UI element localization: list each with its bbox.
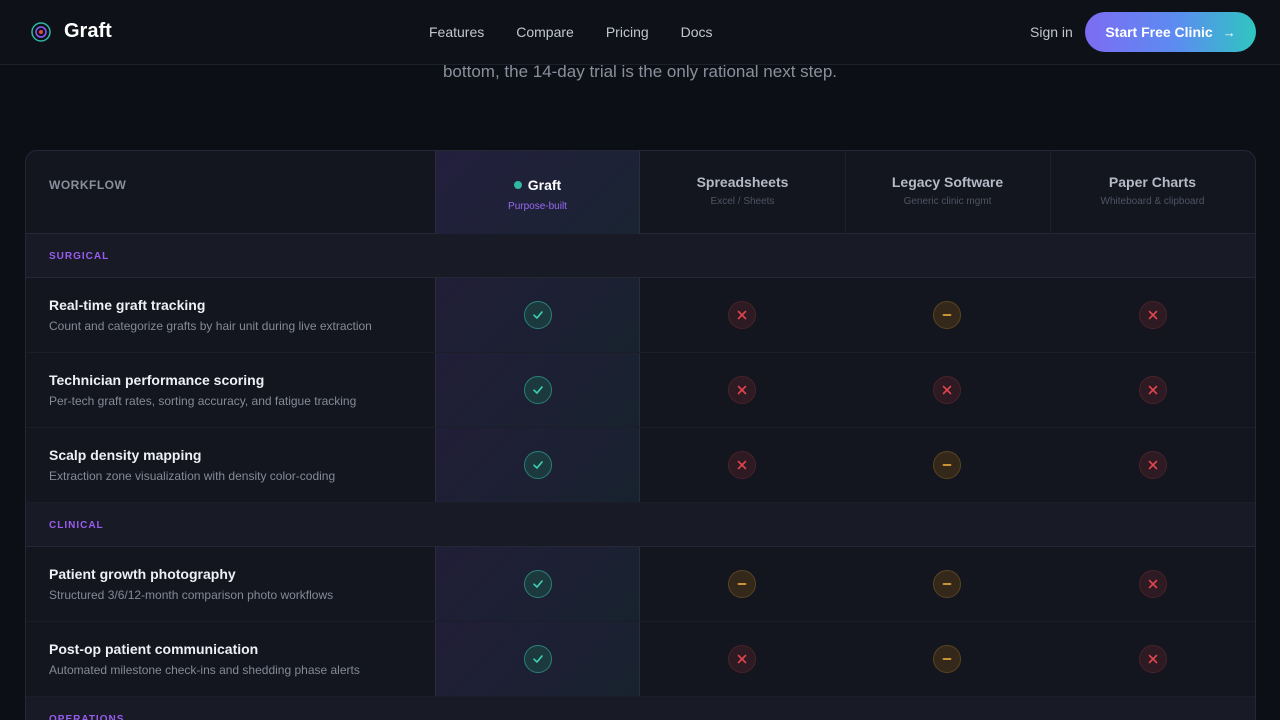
row-title: Scalp density mapping — [49, 447, 202, 463]
table-row: Scalp density mapping Extraction zone vis… — [26, 428, 1255, 503]
row-title: Post-op patient communication — [49, 641, 259, 657]
x-icon — [728, 376, 756, 404]
comparison-table: WORKFLOW Graft Purpose-built Spreadsheet… — [25, 150, 1256, 720]
section-header: OPERATIONS — [26, 697, 1255, 720]
section-label: CLINICAL — [49, 520, 104, 531]
check-icon — [524, 451, 552, 479]
check-icon — [524, 301, 552, 329]
column-spreadsheets: Spreadsheets Excel / Sheets — [640, 151, 845, 234]
x-icon — [1139, 451, 1167, 479]
row-description: Structured 3/6/12-month comparison photo… — [49, 588, 334, 602]
row-title: Real-time graft tracking — [49, 297, 206, 313]
nav-link-features[interactable]: Features — [429, 24, 484, 40]
status-dot-icon — [513, 181, 522, 189]
x-icon — [1139, 376, 1167, 404]
x-icon — [1139, 570, 1167, 598]
nav-link-docs[interactable]: Docs — [681, 24, 713, 40]
arrow-right-icon: → — [1222, 24, 1236, 40]
workflow-column-label: WORKFLOW — [49, 178, 127, 192]
x-icon — [728, 451, 756, 479]
check-icon — [524, 645, 552, 673]
x-icon — [1139, 645, 1167, 673]
cta-label: Start Free Clinic — [1105, 24, 1213, 40]
column-paper-title: Paper Charts — [1108, 174, 1197, 190]
column-spreadsheets-title: Spreadsheets — [696, 174, 789, 190]
x-icon — [728, 645, 756, 673]
row-description: Per-tech graft rates, sorting accuracy, … — [49, 394, 357, 408]
table-header: WORKFLOW Graft Purpose-built Spreadsheet… — [26, 151, 1255, 234]
top-nav: Graft Features Compare Pricing Docs Sign… — [0, 0, 1280, 65]
column-legacy-software: Legacy Software Generic clinic mgmt — [845, 151, 1050, 234]
row-description: Count and categorize grafts by hair unit… — [49, 319, 372, 333]
column-paper-charts: Paper Charts Whiteboard & clipboard — [1050, 151, 1255, 234]
table-row: Post-op patient communication Automated m… — [26, 622, 1255, 697]
x-icon — [1139, 301, 1167, 329]
minus-icon — [933, 301, 961, 329]
minus-icon — [728, 570, 756, 598]
check-icon — [524, 570, 552, 598]
nav-links: Features Compare Pricing Docs — [429, 24, 745, 40]
section-header: SURGICAL — [26, 234, 1255, 278]
column-paper-sub: Whiteboard & clipboard — [1100, 196, 1205, 207]
sign-in-link[interactable]: Sign in — [1030, 24, 1073, 40]
logo-icon — [31, 21, 51, 42]
brand-logo[interactable]: Graft — [30, 20, 112, 43]
column-graft-sub: Purpose-built — [508, 201, 567, 212]
minus-icon — [933, 645, 961, 673]
column-graft: Graft Purpose-built — [435, 151, 640, 234]
column-graft-title: Graft — [527, 177, 562, 193]
hero-subtitle: bottom, the 14-day trial is the only rat… — [442, 62, 838, 81]
start-free-clinic-button[interactable]: Start Free Clinic → — [1085, 12, 1256, 52]
table-row: Patient growth photography Structured 3/6… — [26, 547, 1255, 622]
check-icon — [524, 376, 552, 404]
column-legacy-sub: Generic clinic mgmt — [903, 196, 992, 207]
row-title: Technician performance scoring — [49, 372, 265, 388]
nav-link-compare[interactable]: Compare — [516, 24, 574, 40]
minus-icon — [933, 451, 961, 479]
section-label: SURGICAL — [49, 251, 110, 262]
table-row: Technician performance scoring Per-tech g… — [26, 353, 1255, 428]
row-description: Extraction zone visualization with densi… — [49, 469, 336, 483]
section-label: OPERATIONS — [49, 714, 125, 720]
row-title: Patient growth photography — [49, 566, 236, 582]
section-header: CLINICAL — [26, 503, 1255, 547]
table-row: Real-time graft tracking Count and catego… — [26, 278, 1255, 353]
brand-name: Graft — [64, 20, 112, 42]
x-icon — [933, 376, 961, 404]
column-legacy-title: Legacy Software — [891, 174, 1004, 190]
x-icon — [728, 301, 756, 329]
row-description: Automated milestone check-ins and sheddi… — [49, 663, 360, 677]
nav-link-pricing[interactable]: Pricing — [606, 24, 649, 40]
minus-icon — [933, 570, 961, 598]
column-spreadsheets-sub: Excel / Sheets — [710, 196, 775, 207]
